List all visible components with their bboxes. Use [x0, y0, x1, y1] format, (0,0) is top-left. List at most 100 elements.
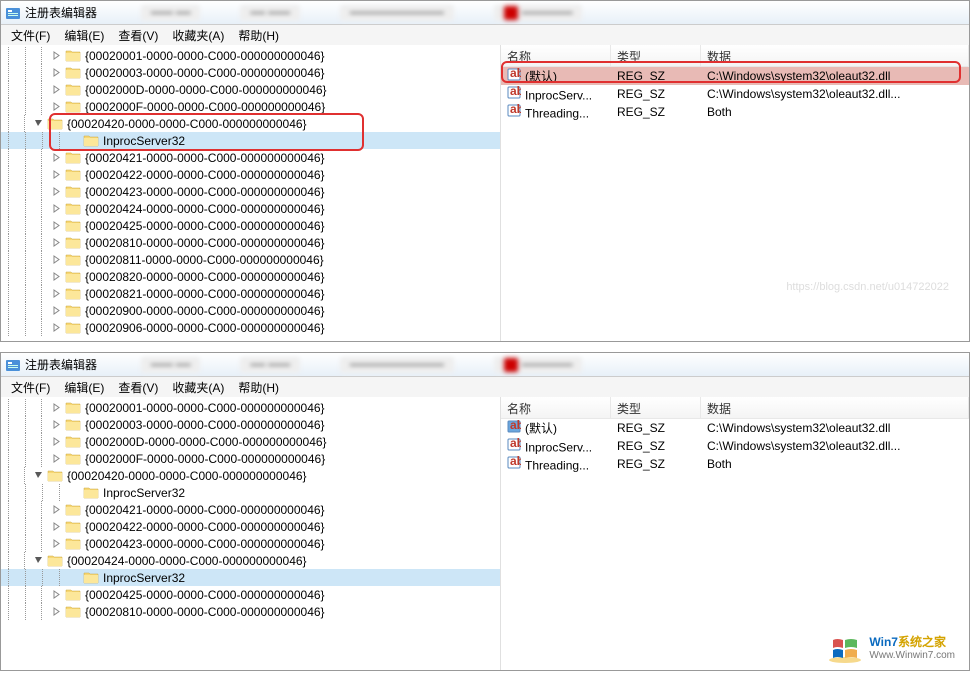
- tree-node[interactable]: InprocServer32: [1, 484, 500, 501]
- value-row[interactable]: abInprocServ...REG_SZC:\Windows\system32…: [501, 85, 969, 103]
- tree-node[interactable]: {00020422-0000-0000-C000-000000000046}: [1, 166, 500, 183]
- col-type[interactable]: 类型: [611, 397, 701, 418]
- tree-pane[interactable]: {00020001-0000-0000-C000-000000000046}{0…: [1, 397, 501, 670]
- expander-icon[interactable]: [69, 572, 80, 583]
- expander-icon[interactable]: [51, 50, 62, 61]
- value-row[interactable]: abThreading...REG_SZBoth: [501, 103, 969, 121]
- tree-node[interactable]: {00020003-0000-0000-C000-000000000046}: [1, 64, 500, 81]
- values-pane[interactable]: 名称 类型 数据 ab(默认)REG_SZC:\Windows\system32…: [501, 397, 969, 670]
- list-header[interactable]: 名称 类型 数据: [501, 397, 969, 419]
- tree-node[interactable]: {00020421-0000-0000-C000-000000000046}: [1, 501, 500, 518]
- expander-icon[interactable]: [51, 453, 62, 464]
- col-name[interactable]: 名称: [501, 45, 611, 66]
- expander-icon[interactable]: [51, 322, 62, 333]
- menu-fav[interactable]: 收藏夹(A): [166, 25, 230, 46]
- tree-node[interactable]: {00020424-0000-0000-C000-000000000046}: [1, 200, 500, 217]
- expander-icon[interactable]: [33, 118, 44, 129]
- expander-icon[interactable]: [51, 237, 62, 248]
- footer-logo: Win7系统之家 Www.Winwin7.com: [827, 632, 955, 664]
- expander-icon[interactable]: [51, 101, 62, 112]
- expander-icon[interactable]: [51, 186, 62, 197]
- value-data: C:\Windows\system32\oleaut32.dll...: [701, 87, 969, 101]
- titlebar[interactable]: 注册表编辑器 ━━━ ━━━━ ━━━━━━━━━━━━━━━━ ━━━━━━━: [1, 1, 969, 25]
- value-row[interactable]: abInprocServ...REG_SZC:\Windows\system32…: [501, 437, 969, 455]
- menu-edit[interactable]: 编辑(E): [58, 377, 110, 398]
- value-row[interactable]: ab(默认)REG_SZC:\Windows\system32\oleaut32…: [501, 67, 969, 85]
- expander-icon[interactable]: [51, 169, 62, 180]
- col-data[interactable]: 数据: [701, 45, 969, 66]
- expander-icon[interactable]: [69, 487, 80, 498]
- expander-icon[interactable]: [51, 152, 62, 163]
- expander-icon[interactable]: [51, 84, 62, 95]
- values-pane[interactable]: 名称 类型 数据 ab(默认)REG_SZC:\Windows\system32…: [501, 45, 969, 341]
- expander-icon[interactable]: [51, 402, 62, 413]
- value-row[interactable]: abThreading...REG_SZBoth: [501, 455, 969, 473]
- expander-icon[interactable]: [51, 589, 62, 600]
- tree-pane[interactable]: {00020001-0000-0000-C000-000000000046} {0…: [1, 45, 501, 341]
- folder-icon: [65, 270, 81, 284]
- tree-node[interactable]: InprocServer32: [1, 569, 500, 586]
- menubar[interactable]: 文件(F) 编辑(E) 查看(V) 收藏夹(A) 帮助(H): [1, 25, 969, 45]
- tree-node[interactable]: {00020421-0000-0000-C000-000000000046}: [1, 149, 500, 166]
- tree-node[interactable]: {00020001-0000-0000-C000-000000000046}: [1, 47, 500, 64]
- list-header[interactable]: 名称 类型 数据: [501, 45, 969, 67]
- expander-icon[interactable]: [51, 419, 62, 430]
- node-label: {00020003-0000-0000-C000-000000000046}: [83, 66, 327, 80]
- tree-node[interactable]: {00020422-0000-0000-C000-000000000046}: [1, 518, 500, 535]
- tree-node[interactable]: {00020906-0000-0000-C000-000000000046}: [1, 319, 500, 336]
- tree-node[interactable]: {00020425-0000-0000-C000-000000000046}: [1, 217, 500, 234]
- expander-icon[interactable]: [51, 504, 62, 515]
- menu-help[interactable]: 帮助(H): [232, 377, 285, 398]
- tree-node[interactable]: {00020900-0000-0000-C000-000000000046}: [1, 302, 500, 319]
- expander-icon[interactable]: [69, 135, 80, 146]
- menu-file[interactable]: 文件(F): [5, 25, 56, 46]
- svg-text:ab: ab: [510, 68, 521, 80]
- tree-node[interactable]: {00020821-0000-0000-C000-000000000046}: [1, 285, 500, 302]
- menu-fav[interactable]: 收藏夹(A): [166, 377, 230, 398]
- expander-icon[interactable]: [51, 606, 62, 617]
- expander-icon[interactable]: [51, 521, 62, 532]
- col-type[interactable]: 类型: [611, 45, 701, 66]
- expander-icon[interactable]: [33, 470, 44, 481]
- tree-node[interactable]: {0002000D-0000-0000-C000-000000000046}: [1, 81, 500, 98]
- menu-view[interactable]: 查看(V): [112, 25, 164, 46]
- expander-icon[interactable]: [51, 436, 62, 447]
- tree-node[interactable]: {00020810-0000-0000-C000-000000000046}: [1, 603, 500, 620]
- tree-node[interactable]: {00020810-0000-0000-C000-000000000046}: [1, 234, 500, 251]
- expander-icon[interactable]: [51, 220, 62, 231]
- titlebar[interactable]: 注册表编辑器 ━━━ ━━━━ ━━━━━━━━━━━━━━━━ ━━━━━━━: [1, 353, 969, 377]
- folder-icon: [65, 202, 81, 216]
- tree-node[interactable]: {00020820-0000-0000-C000-000000000046}: [1, 268, 500, 285]
- tree-node[interactable]: {00020424-0000-0000-C000-000000000046}: [1, 552, 500, 569]
- tree-node[interactable]: {00020423-0000-0000-C000-000000000046}: [1, 535, 500, 552]
- tree-node[interactable]: {00020811-0000-0000-C000-000000000046}: [1, 251, 500, 268]
- col-name[interactable]: 名称: [501, 397, 611, 418]
- tree-node[interactable]: InprocServer32: [1, 132, 500, 149]
- menu-file[interactable]: 文件(F): [5, 377, 56, 398]
- menu-view[interactable]: 查看(V): [112, 377, 164, 398]
- expander-icon[interactable]: [51, 538, 62, 549]
- expander-icon[interactable]: [51, 288, 62, 299]
- tree-node[interactable]: {00020003-0000-0000-C000-000000000046}: [1, 416, 500, 433]
- expander-icon[interactable]: [51, 305, 62, 316]
- node-label: {00020422-0000-0000-C000-000000000046}: [83, 520, 327, 534]
- menu-edit[interactable]: 编辑(E): [58, 25, 110, 46]
- tree-node[interactable]: {00020420-0000-0000-C000-000000000046}: [1, 467, 500, 484]
- menubar[interactable]: 文件(F) 编辑(E) 查看(V) 收藏夹(A) 帮助(H): [1, 377, 969, 397]
- tree-node[interactable]: {0002000D-0000-0000-C000-000000000046}: [1, 433, 500, 450]
- menu-help[interactable]: 帮助(H): [232, 25, 285, 46]
- expander-icon[interactable]: [51, 254, 62, 265]
- col-data[interactable]: 数据: [701, 397, 969, 418]
- tree-node[interactable]: {00020425-0000-0000-C000-000000000046}: [1, 586, 500, 603]
- node-label: {00020421-0000-0000-C000-000000000046}: [83, 503, 327, 517]
- tree-node[interactable]: {00020001-0000-0000-C000-000000000046}: [1, 399, 500, 416]
- tree-node[interactable]: {00020420-0000-0000-C000-000000000046}: [1, 115, 500, 132]
- expander-icon[interactable]: [51, 271, 62, 282]
- expander-icon[interactable]: [33, 555, 44, 566]
- value-row[interactable]: ab(默认)REG_SZC:\Windows\system32\oleaut32…: [501, 419, 969, 437]
- tree-node[interactable]: {00020423-0000-0000-C000-000000000046}: [1, 183, 500, 200]
- tree-node[interactable]: {0002000F-0000-0000-C000-000000000046}: [1, 450, 500, 467]
- tree-node[interactable]: {0002000F-0000-0000-C000-000000000046}: [1, 98, 500, 115]
- expander-icon[interactable]: [51, 203, 62, 214]
- expander-icon[interactable]: [51, 67, 62, 78]
